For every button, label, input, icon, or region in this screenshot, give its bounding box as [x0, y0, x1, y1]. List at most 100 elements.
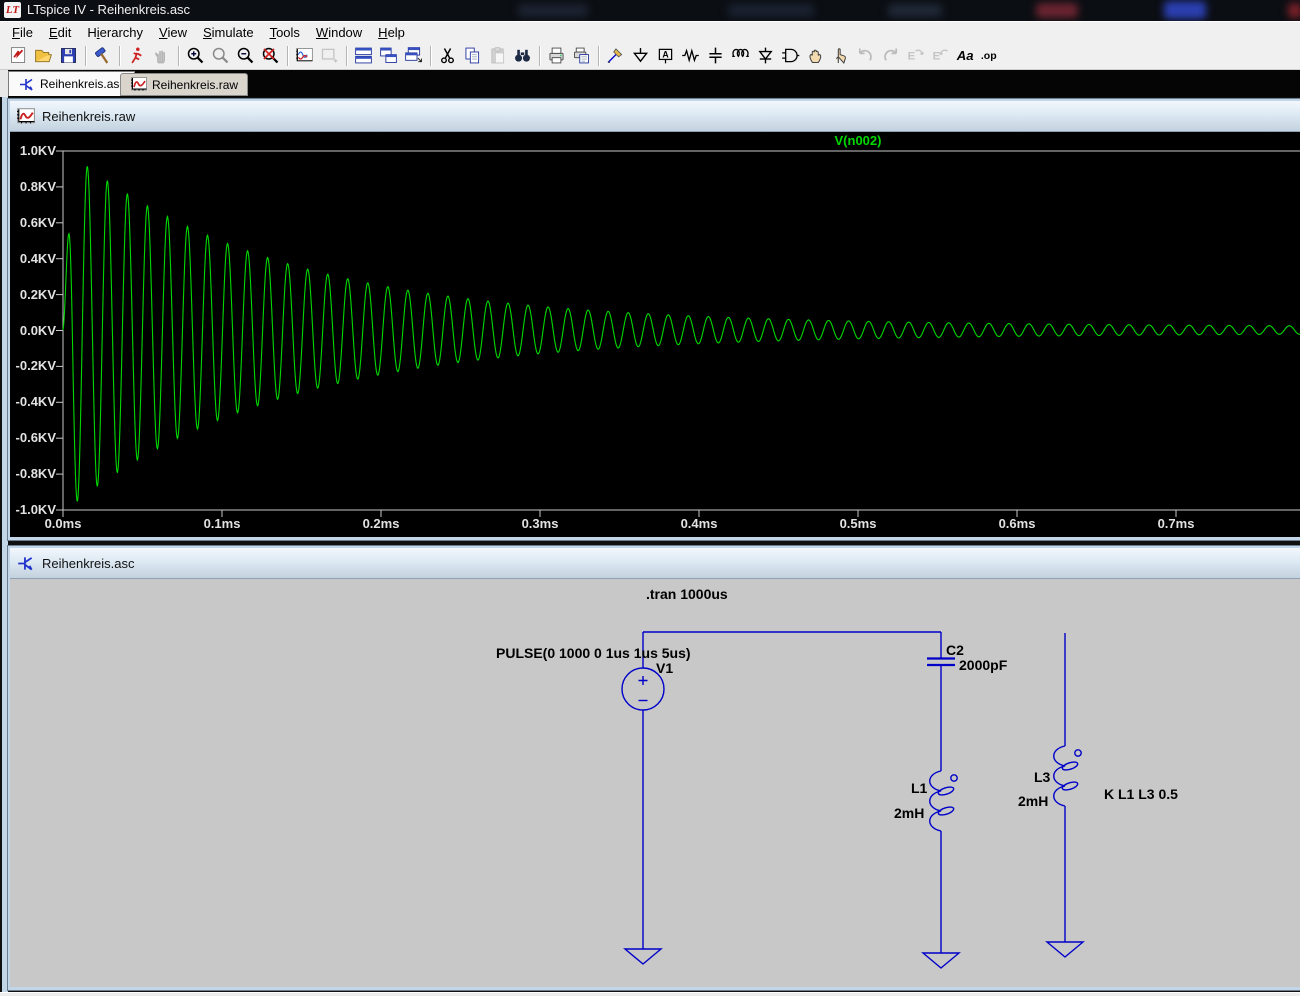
schematic-canvas[interactable]: .tran 1000us PULSE(0 1000 0 1us 1us 5us)V…: [10, 579, 1300, 987]
c2-ref[interactable]: C2: [946, 642, 964, 658]
c2-value[interactable]: 2000pF: [959, 657, 1007, 673]
v1-value[interactable]: PULSE(0 1000 0 1us 1us 5us): [496, 645, 691, 661]
net-label-icon: A: [655, 45, 676, 66]
zoom-out-button[interactable]: [233, 43, 258, 68]
autorange-y-button[interactable]: [292, 43, 317, 68]
new-schematic-icon: [8, 45, 29, 66]
menu-help[interactable]: Help: [370, 23, 413, 42]
new-schematic-button[interactable]: [6, 43, 31, 68]
status-bar: [0, 992, 1300, 996]
paste-button: [485, 43, 510, 68]
toolbar-separator: [287, 46, 288, 66]
waveform-icon: [16, 108, 35, 125]
text-button[interactable]: Aa: [953, 43, 978, 68]
trace-v-n002[interactable]: [63, 167, 1300, 501]
waveform-window: Reihenkreis.raw V(n002) 1.0KV0.8KV0.6KV0…: [8, 99, 1300, 540]
run-icon: [126, 45, 147, 66]
schematic-icon: [16, 555, 35, 572]
tran-directive[interactable]: .tran 1000us: [646, 586, 728, 602]
drag-button[interactable]: [828, 43, 853, 68]
menu-window[interactable]: Window: [308, 23, 370, 42]
l1-value[interactable]: 2mH: [894, 805, 924, 821]
tab-label: Reihenkreis.asc: [40, 77, 125, 91]
tab-reihenkreis-raw[interactable]: Reihenkreis.raw: [120, 73, 248, 96]
aero-blur-artifact: [1164, 1, 1206, 19]
print-button[interactable]: [544, 43, 569, 68]
menu-file[interactable]: File: [4, 23, 41, 42]
zoom-back-button: [208, 43, 233, 68]
copy-button[interactable]: [460, 43, 485, 68]
menu-tools[interactable]: Tools: [262, 23, 308, 42]
toolbar-separator: [119, 46, 120, 66]
ground-button[interactable]: [628, 43, 653, 68]
cascade-windows-button[interactable]: [401, 43, 426, 68]
y-tick-label: -0.4KV: [10, 394, 56, 409]
aero-blur-artifact: [888, 4, 942, 17]
menu-edit[interactable]: Edit: [41, 23, 79, 42]
undo-button: [853, 43, 878, 68]
tile-vertical-button[interactable]: [376, 43, 401, 68]
resistor-icon: [680, 45, 701, 66]
save-icon: [58, 45, 79, 66]
window-title: LTspice IV - Reihenkreis.asc: [27, 2, 190, 17]
print-preview-button[interactable]: [569, 43, 594, 68]
phase-dot: [1075, 750, 1081, 756]
tile-horizontal-icon: [353, 45, 374, 66]
zoom-full-extents-button[interactable]: [258, 43, 283, 68]
ground-symbol[interactable]: [1047, 942, 1083, 957]
x-tick-label: 0.3ms: [508, 516, 572, 531]
y-tick-label: -0.6KV: [10, 430, 56, 445]
x-tick-label: 0.2ms: [349, 516, 413, 531]
resistor-button[interactable]: [678, 43, 703, 68]
ground-symbol[interactable]: [625, 949, 661, 964]
y-tick-label: 0.4KV: [10, 251, 56, 266]
coupling-directive[interactable]: K L1 L3 0.5: [1104, 786, 1178, 802]
phase-dot: [951, 775, 957, 781]
l3-inductor[interactable]: [1054, 633, 1081, 942]
capacitor-button[interactable]: [703, 43, 728, 68]
find-button[interactable]: [510, 43, 535, 68]
move-icon: [805, 45, 826, 66]
save-button[interactable]: [56, 43, 81, 68]
open-button[interactable]: [31, 43, 56, 68]
move-button[interactable]: [803, 43, 828, 68]
tab-reihenkreis-asc[interactable]: Reihenkreis.asc: [8, 71, 135, 96]
find-icon: [512, 45, 533, 66]
aero-blur-artifact: [1036, 3, 1078, 18]
component-button[interactable]: [778, 43, 803, 68]
copy-icon: [462, 45, 483, 66]
text-icon: Aa: [955, 45, 976, 66]
toolbar-separator: [85, 46, 86, 66]
zoom-in-button[interactable]: [183, 43, 208, 68]
l1-ref[interactable]: L1: [911, 780, 927, 796]
l3-ref[interactable]: L3: [1034, 769, 1050, 785]
diode-button[interactable]: [753, 43, 778, 68]
spice-directive-icon: .op: [980, 45, 1001, 66]
title-bar[interactable]: LT LTspice IV - Reihenkreis.asc: [0, 0, 1300, 21]
plot-pane[interactable]: V(n002) 1.0KV0.8KV0.6KV0.4KV0.2KV0.0KV-0…: [10, 132, 1300, 537]
v1-voltage-source[interactable]: [622, 632, 664, 949]
v1-ref[interactable]: V1: [656, 660, 673, 676]
x-tick-label: 0.7ms: [1144, 516, 1208, 531]
l1-inductor[interactable]: [930, 771, 957, 953]
menu-bar: FileEditHierarchyViewSimulateToolsWindow…: [0, 21, 1300, 42]
inductor-button[interactable]: [728, 43, 753, 68]
pan-view-icon: [319, 45, 340, 66]
tile-horizontal-button[interactable]: [351, 43, 376, 68]
ground-symbol[interactable]: [923, 953, 959, 968]
mirror-icon: E: [905, 45, 926, 66]
aero-blur-artifact: [518, 4, 588, 17]
waveform-window-titlebar[interactable]: Reihenkreis.raw: [10, 101, 1300, 132]
wire-button[interactable]: [603, 43, 628, 68]
menu-simulate[interactable]: Simulate: [195, 23, 262, 42]
cut-button[interactable]: [435, 43, 460, 68]
spice-directive-button[interactable]: .op: [978, 43, 1003, 68]
net-label-button[interactable]: A: [653, 43, 678, 68]
redo-button: [878, 43, 903, 68]
run-button[interactable]: [124, 43, 149, 68]
menu-hierarchy[interactable]: Hierarchy: [79, 23, 151, 42]
l3-value[interactable]: 2mH: [1018, 793, 1048, 809]
control-panel-button[interactable]: [90, 43, 115, 68]
menu-view[interactable]: View: [151, 23, 195, 42]
schematic-window-titlebar[interactable]: Reihenkreis.asc: [10, 548, 1300, 579]
